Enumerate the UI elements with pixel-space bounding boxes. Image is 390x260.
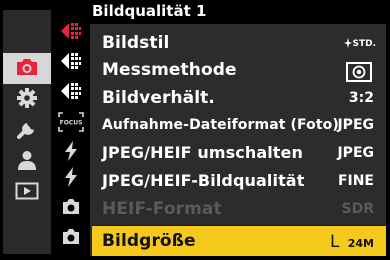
jpeg-heif-switch-value: JPEG [337, 145, 374, 161]
subtab-other-1[interactable] [53, 195, 88, 221]
menu-item-aspect-ratio[interactable]: Bildverhält. 3:2 [92, 85, 386, 112]
heif-format-value: SDR [341, 201, 374, 217]
menu-item-heif-format: HEIF-Format SDR [92, 196, 386, 223]
subtab-image-quality-2[interactable] [53, 50, 88, 76]
flash-icon [63, 140, 79, 166]
flash-icon [63, 166, 79, 192]
sub-tab-column: FOCUS [53, 0, 88, 260]
tab-setup[interactable] [3, 115, 51, 146]
picture-size-value: L 24M [330, 232, 374, 252]
camera-small-icon [61, 228, 81, 249]
menu-item-jpeg-heif-switch[interactable]: JPEG/HEIF umschalten JPEG [92, 140, 386, 167]
menu-item-picture-size[interactable]: Bildgröße L 24M [92, 225, 386, 256]
menu-item-label: Bildgröße [102, 231, 196, 251]
menu-title: Bildqualität 1 [92, 2, 207, 20]
menu-item-label: Messmethode [102, 60, 237, 80]
tab-photo[interactable] [3, 53, 51, 84]
subtab-image-quality-3[interactable] [53, 80, 88, 106]
menu-item-file-format[interactable]: Aufnahme-Dateiformat (Foto) JPEG [92, 112, 386, 139]
tab-my-menu[interactable] [3, 146, 51, 177]
subtab-other-2[interactable] [53, 225, 88, 251]
menu-item-label: JPEG/HEIF-Bildqualität [102, 171, 305, 190]
subtab-image-quality-1[interactable] [53, 20, 88, 46]
menu-item-label: Aufnahme-Dateiformat (Foto) [102, 117, 339, 133]
person-icon [16, 149, 38, 175]
menu-item-label: HEIF-Format [102, 199, 222, 219]
playback-icon [15, 182, 39, 204]
aspect-ratio-value: 3:2 [348, 90, 374, 106]
file-format-value: JPEG [337, 117, 374, 133]
tab-custom[interactable] [3, 84, 51, 115]
main-tab-column [3, 10, 51, 254]
svg-text:FOCUS: FOCUS [59, 120, 82, 127]
menu-item-jpeg-heif-quality[interactable]: JPEG/HEIF-Bildqualität FINE [92, 168, 386, 195]
sparkle-std-icon [344, 36, 353, 52]
gear-icon [16, 87, 38, 113]
menu-item-photo-style[interactable]: Bildstil STD. [92, 30, 386, 57]
wrench-icon [15, 117, 39, 145]
jpeg-heif-quality-value: FINE [337, 173, 374, 189]
camera-small-icon [61, 198, 81, 219]
menu-item-label: Bildverhält. [102, 88, 215, 108]
arrow-left-icon [60, 20, 82, 46]
subtab-flash-1[interactable] [53, 140, 88, 166]
metering-icon [346, 62, 372, 86]
menu-item-metering-mode[interactable]: Messmethode [92, 57, 386, 84]
subtab-flash-2[interactable] [53, 166, 88, 192]
subtab-focus[interactable]: FOCUS [53, 111, 88, 137]
camera-icon [14, 57, 40, 81]
photo-style-value: STD. [344, 36, 376, 52]
arrow-left-icon [60, 50, 82, 76]
menu-item-label: Bildstil [102, 33, 170, 53]
menu-item-label: JPEG/HEIF umschalten [102, 143, 303, 162]
arrow-left-icon [60, 80, 82, 106]
focus-icon: FOCUS [57, 112, 84, 136]
camera-menu-screen: FOCUS Bildqualität 1 Bildstil STD. Messm… [0, 0, 390, 260]
tab-playback[interactable] [3, 177, 51, 208]
